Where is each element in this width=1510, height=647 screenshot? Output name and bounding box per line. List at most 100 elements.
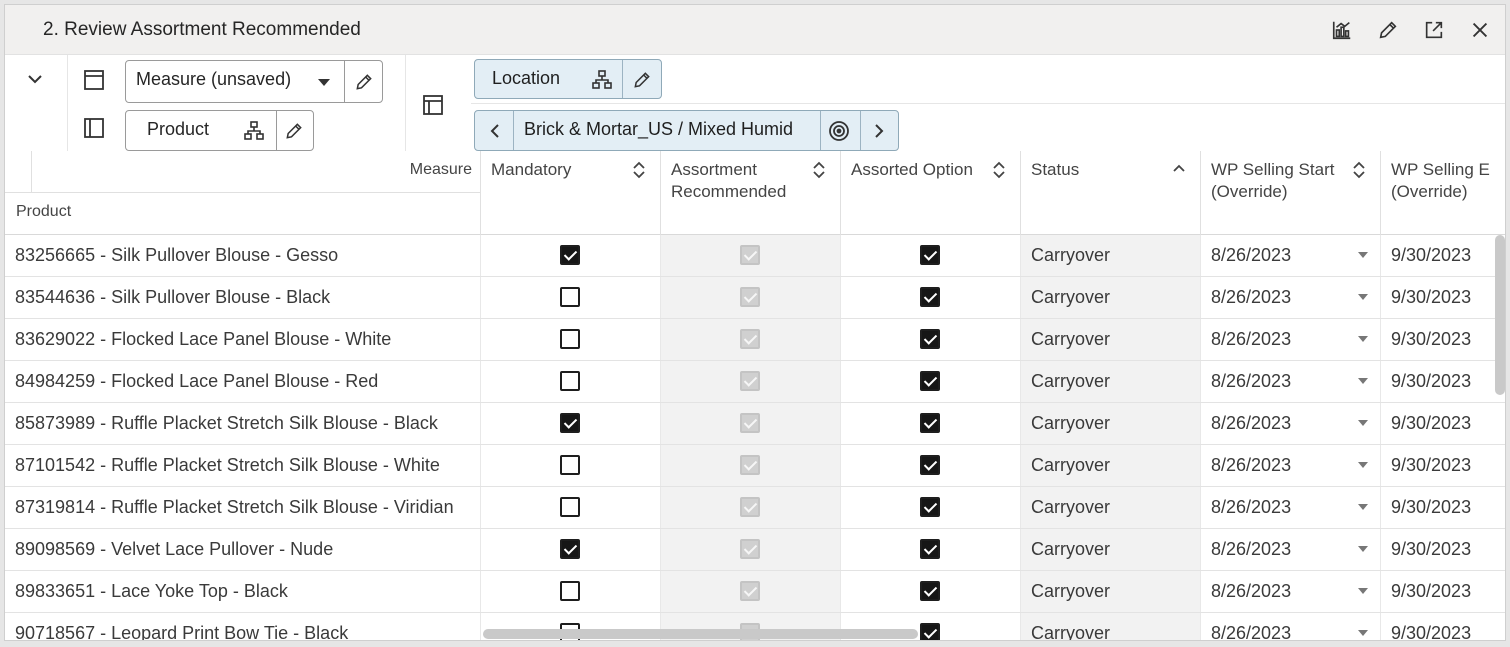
wp-selling-end-cell[interactable]: 9/30/2023 <box>1381 361 1505 402</box>
hierarchy-icon[interactable] <box>242 119 266 143</box>
mandatory-checkbox[interactable] <box>560 329 580 349</box>
assorted-option-checkbox[interactable] <box>920 539 940 559</box>
assorted-option-cell[interactable] <box>841 571 1021 612</box>
edit-location-icon[interactable] <box>630 68 654 92</box>
chevron-right-icon[interactable] <box>867 119 891 143</box>
assorted-option-checkbox[interactable] <box>920 623 940 640</box>
edit-measure-icon[interactable] <box>352 70 376 94</box>
assorted-option-checkbox[interactable] <box>920 455 940 475</box>
dropdown-arrow-icon[interactable] <box>1358 630 1368 636</box>
wp-selling-end-cell[interactable]: 9/30/2023 <box>1381 277 1505 318</box>
sort-icon[interactable] <box>812 161 826 179</box>
assorted-option-cell[interactable] <box>841 319 1021 360</box>
mandatory-checkbox[interactable] <box>560 371 580 391</box>
hierarchy-icon[interactable] <box>590 68 614 92</box>
mandatory-cell[interactable] <box>481 235 661 276</box>
wp-selling-end-cell[interactable]: 9/30/2023 <box>1381 571 1505 612</box>
wp-selling-start-cell[interactable]: 8/26/2023 <box>1201 529 1381 570</box>
table-row[interactable]: 87319814 - Ruffle Placket Stretch Silk B… <box>5 487 1505 529</box>
mandatory-checkbox[interactable] <box>560 287 580 307</box>
dropdown-arrow-icon[interactable] <box>1358 588 1368 594</box>
wp-selling-end-cell[interactable]: 9/30/2023 <box>1381 445 1505 486</box>
mandatory-checkbox[interactable] <box>560 581 580 601</box>
assorted-option-checkbox[interactable] <box>920 413 940 433</box>
dropdown-arrow-icon[interactable] <box>1358 294 1368 300</box>
vertical-scrollbar[interactable] <box>1495 235 1505 395</box>
pencil-icon[interactable] <box>1375 17 1401 43</box>
wp-selling-start-cell[interactable]: 8/26/2023 <box>1201 277 1381 318</box>
sort-icon[interactable] <box>632 161 646 179</box>
chevron-down-icon[interactable] <box>23 67 47 91</box>
assorted-option-cell[interactable] <box>841 361 1021 402</box>
dropdown-arrow-icon[interactable] <box>1358 336 1368 342</box>
table-row[interactable]: 85873989 - Ruffle Placket Stretch Silk B… <box>5 403 1505 445</box>
column-header[interactable]: WP Selling Start (Override) <box>1201 151 1381 235</box>
wp-selling-end-cell[interactable]: 9/30/2023 <box>1381 613 1505 640</box>
dropdown-arrow-icon[interactable] <box>1358 462 1368 468</box>
wp-selling-end-cell[interactable]: 9/30/2023 <box>1381 487 1505 528</box>
column-header[interactable]: Mandatory <box>481 151 661 235</box>
sort-ascending-icon[interactable] <box>1172 161 1186 179</box>
dropdown-arrow-icon[interactable] <box>1358 378 1368 384</box>
assorted-option-cell[interactable] <box>841 277 1021 318</box>
horizontal-scrollbar[interactable] <box>483 629 918 639</box>
table-row[interactable]: 89098569 - Velvet Lace Pullover - Nude Ca… <box>5 529 1505 571</box>
wp-selling-end-cell[interactable]: 9/30/2023 <box>1381 319 1505 360</box>
wp-selling-end-cell[interactable]: 9/30/2023 <box>1381 403 1505 444</box>
assorted-option-checkbox[interactable] <box>920 371 940 391</box>
mandatory-cell[interactable] <box>481 277 661 318</box>
mandatory-checkbox[interactable] <box>560 245 580 265</box>
product-tile[interactable]: Product <box>125 110 314 151</box>
mandatory-cell[interactable] <box>481 403 661 444</box>
assorted-option-cell[interactable] <box>841 487 1021 528</box>
assorted-option-checkbox[interactable] <box>920 245 940 265</box>
table-row[interactable]: 87101542 - Ruffle Placket Stretch Silk B… <box>5 445 1505 487</box>
assorted-option-cell[interactable] <box>841 235 1021 276</box>
chevron-left-icon[interactable] <box>483 119 507 143</box>
mandatory-cell[interactable] <box>481 529 661 570</box>
pivot-layout-icon[interactable] <box>420 92 446 118</box>
dropdown-arrow-icon[interactable] <box>1358 252 1368 258</box>
wp-selling-start-cell[interactable]: 8/26/2023 <box>1201 613 1381 640</box>
column-layout-icon[interactable] <box>81 115 107 141</box>
sort-icon[interactable] <box>992 161 1006 179</box>
wp-selling-start-cell[interactable]: 8/26/2023 <box>1201 319 1381 360</box>
mandatory-checkbox[interactable] <box>560 539 580 559</box>
mandatory-cell[interactable] <box>481 445 661 486</box>
dropdown-arrow-icon[interactable] <box>1358 546 1368 552</box>
table-row[interactable]: 83256665 - Silk Pullover Blouse - Gesso C… <box>5 235 1505 277</box>
assorted-option-cell[interactable] <box>841 445 1021 486</box>
column-header[interactable]: Assortment Recommended <box>661 151 841 235</box>
wp-selling-start-cell[interactable]: 8/26/2023 <box>1201 235 1381 276</box>
expand-icon[interactable] <box>1421 17 1447 43</box>
caret-down-icon[interactable] <box>312 70 336 94</box>
wp-selling-end-cell[interactable]: 9/30/2023 <box>1381 235 1505 276</box>
assorted-option-checkbox[interactable] <box>920 581 940 601</box>
mandatory-cell[interactable] <box>481 571 661 612</box>
mandatory-checkbox[interactable] <box>560 413 580 433</box>
wp-selling-start-cell[interactable]: 8/26/2023 <box>1201 361 1381 402</box>
column-header[interactable]: Assorted Option <box>841 151 1021 235</box>
mandatory-cell[interactable] <box>481 361 661 402</box>
edit-product-icon[interactable] <box>282 119 306 143</box>
close-icon[interactable] <box>1467 17 1493 43</box>
wp-selling-start-cell[interactable]: 8/26/2023 <box>1201 445 1381 486</box>
chart-icon[interactable] <box>1329 17 1355 43</box>
measure-dropdown[interactable]: Measure (unsaved) <box>125 60 383 103</box>
assorted-option-cell[interactable] <box>841 529 1021 570</box>
table-row[interactable]: 89833651 - Lace Yoke Top - Black Carryove… <box>5 571 1505 613</box>
assorted-option-checkbox[interactable] <box>920 329 940 349</box>
table-row[interactable]: 83544636 - Silk Pullover Blouse - Black C… <box>5 277 1505 319</box>
mandatory-cell[interactable] <box>481 319 661 360</box>
dropdown-arrow-icon[interactable] <box>1358 420 1368 426</box>
mandatory-checkbox[interactable] <box>560 497 580 517</box>
table-row[interactable]: 84984259 - Flocked Lace Panel Blouse - R… <box>5 361 1505 403</box>
target-icon[interactable] <box>827 119 851 143</box>
wp-selling-start-cell[interactable]: 8/26/2023 <box>1201 487 1381 528</box>
row-layout-icon[interactable] <box>81 67 107 93</box>
assorted-option-cell[interactable] <box>841 403 1021 444</box>
table-row[interactable]: 83629022 - Flocked Lace Panel Blouse - W… <box>5 319 1505 361</box>
location-tile[interactable]: Location <box>474 59 662 99</box>
mandatory-cell[interactable] <box>481 487 661 528</box>
wp-selling-end-cell[interactable]: 9/30/2023 <box>1381 529 1505 570</box>
